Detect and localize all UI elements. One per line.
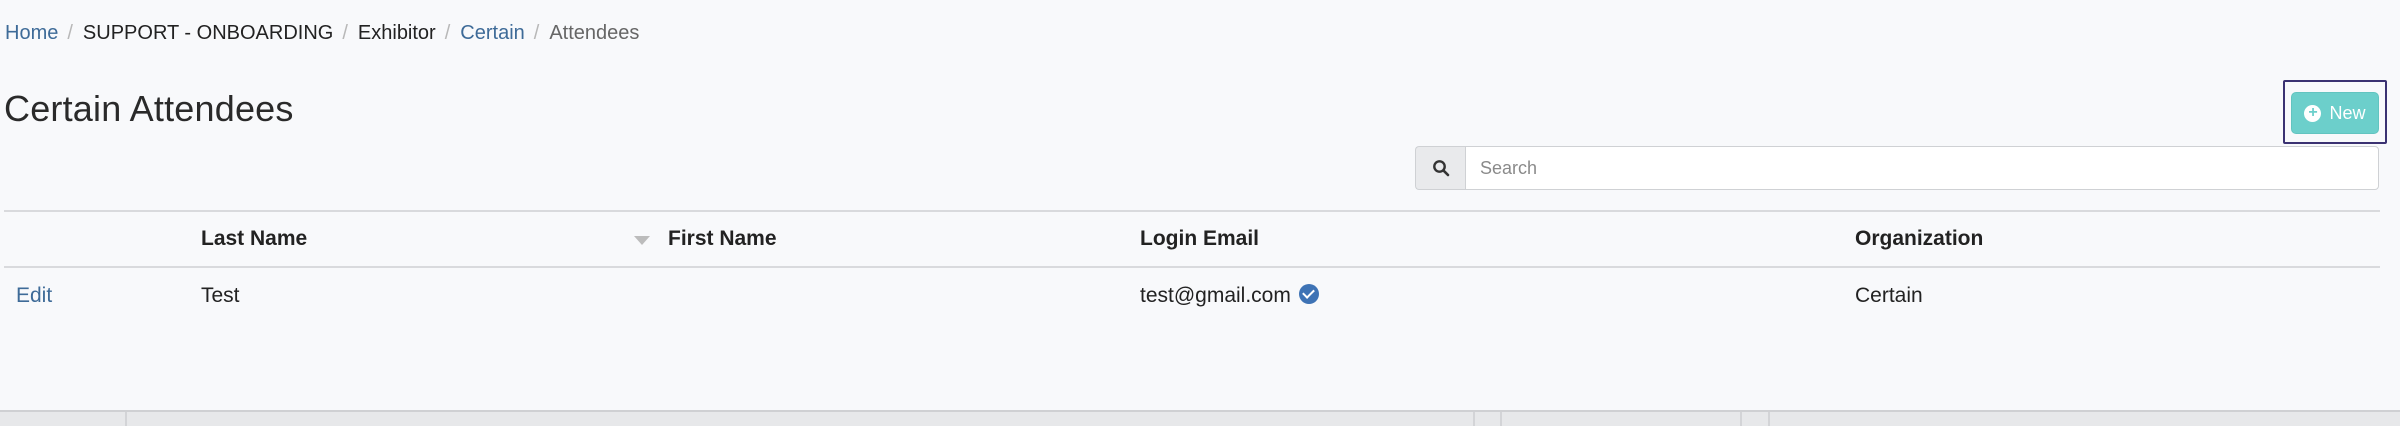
breadcrumb-separator: / — [533, 21, 540, 44]
verified-check-icon — [1298, 284, 1319, 305]
breadcrumb-current-attendees: Attendees — [549, 22, 640, 44]
login-email-text: test@gmail.com — [1140, 284, 1291, 307]
edit-link[interactable]: Edit — [16, 268, 52, 324]
magnifier-glyph — [1432, 160, 1449, 177]
breadcrumb-support-onboarding[interactable]: SUPPORT - ONBOARDING — [83, 20, 333, 46]
page: Home / SUPPORT - ONBOARDING / Exhibitor … — [0, 0, 2400, 426]
search-group — [1415, 146, 2379, 190]
column-header-last-name[interactable]: Last Name — [201, 212, 307, 266]
column-header-first-name[interactable]: First Name — [668, 212, 777, 266]
page-title: Certain Attendees — [4, 88, 294, 129]
cell-login-email: test@gmail.com — [1140, 268, 1319, 324]
search-icon[interactable] — [1415, 146, 1465, 190]
cell-organization: Certain — [1855, 284, 1923, 307]
breadcrumb-certain[interactable]: Certain — [460, 20, 524, 46]
search-input[interactable] — [1465, 146, 2379, 190]
breadcrumb-separator: / — [444, 21, 451, 44]
footer-divider — [1473, 412, 1475, 426]
new-button-label: New — [2329, 102, 2366, 123]
footer-divider — [1768, 412, 1770, 426]
column-header-organization[interactable]: Organization — [1855, 212, 1983, 266]
cell-last-name: Test — [201, 284, 240, 307]
breadcrumb-separator: / — [342, 21, 348, 44]
footer-divider — [125, 412, 127, 426]
attendees-table: Last Name First Name Login Email Organiz… — [4, 210, 2380, 324]
breadcrumb: Home / SUPPORT - ONBOARDING / Exhibitor … — [5, 20, 639, 46]
breadcrumb-separator: / — [67, 21, 73, 44]
new-button[interactable]: + New — [2291, 92, 2379, 134]
footer-divider — [1740, 412, 1742, 426]
plus-circle-icon: + — [2304, 104, 2322, 122]
footer-divider — [1500, 412, 1502, 426]
table-header: Last Name First Name Login Email Organiz… — [4, 210, 2380, 268]
table-row: Edit Test test@gmail.com Certain — [4, 268, 2380, 324]
breadcrumb-home[interactable]: Home — [5, 20, 58, 46]
breadcrumb-exhibitor[interactable]: Exhibitor — [358, 20, 436, 46]
bottom-scroll-area — [0, 410, 2400, 426]
sort-descending-icon[interactable] — [634, 236, 650, 245]
column-header-login-email[interactable]: Login Email — [1140, 212, 1259, 266]
